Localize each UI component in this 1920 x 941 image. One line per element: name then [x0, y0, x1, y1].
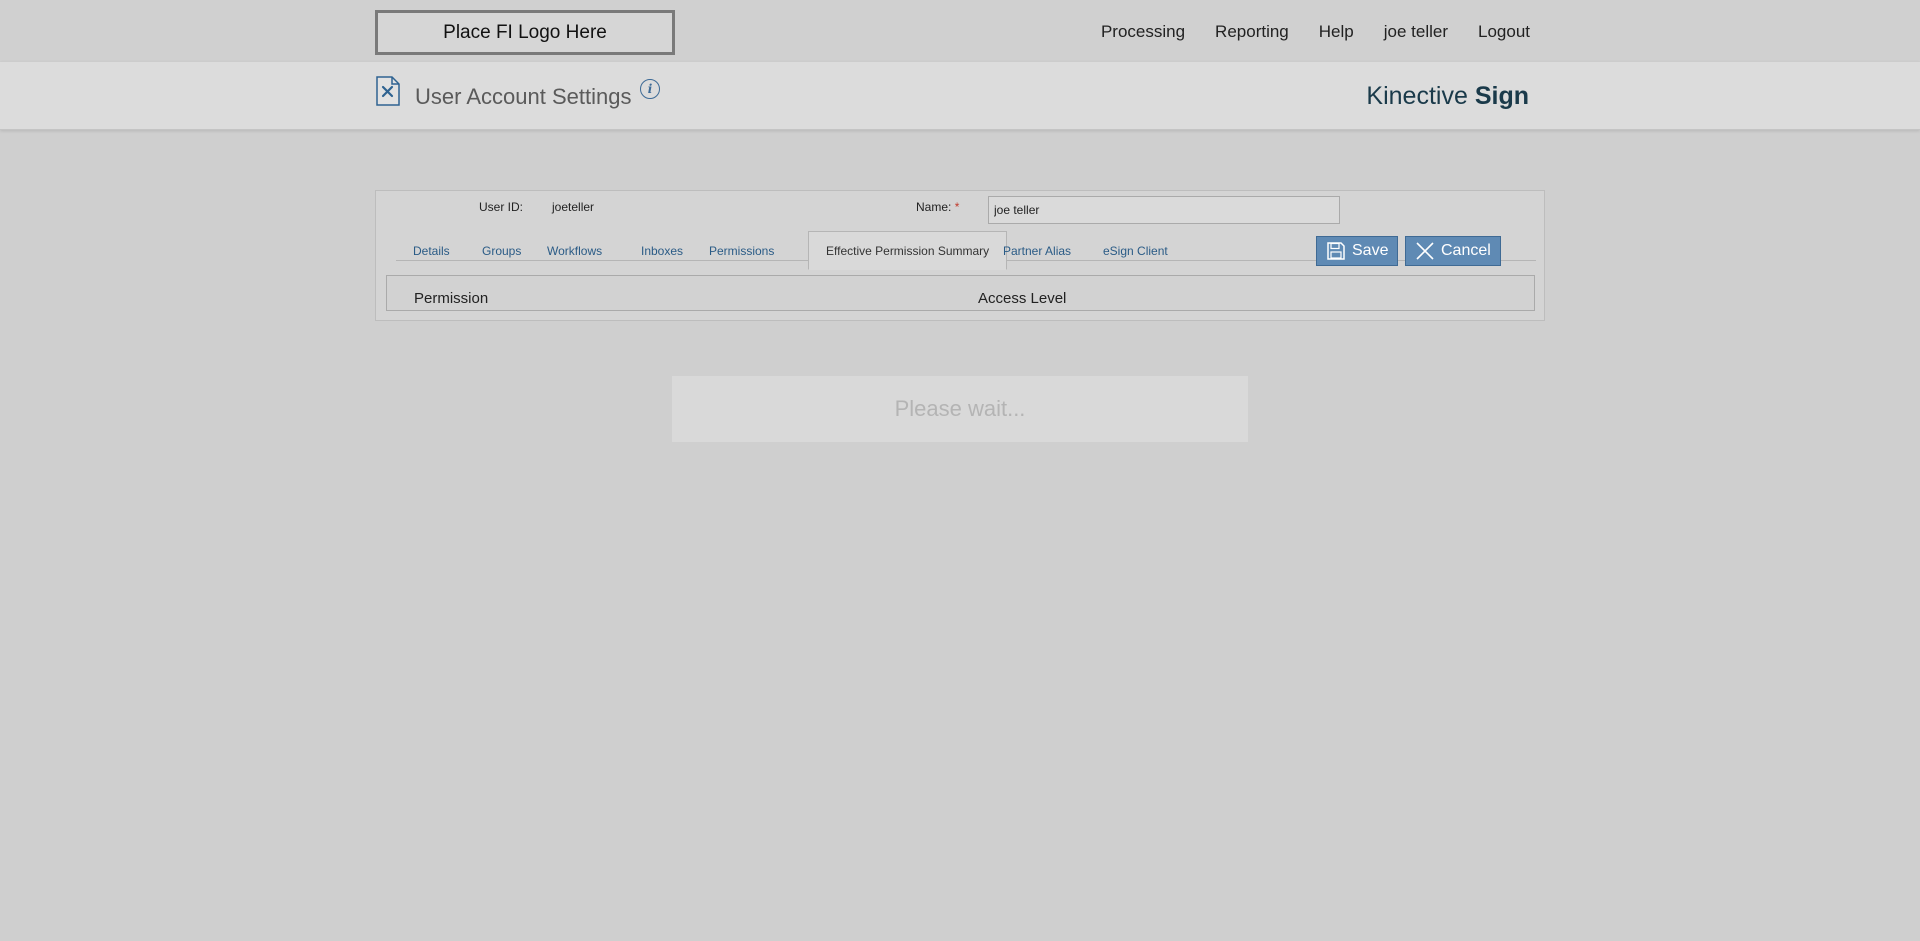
brand-name-bold: Sign	[1474, 82, 1529, 110]
page-title: User Account Settings	[415, 84, 632, 109]
tab-partner-alias[interactable]: Partner Alias	[986, 231, 1088, 269]
brand-logo: Kinective Sign	[1366, 82, 1529, 111]
name-label: Name: *	[916, 200, 959, 214]
top-nav-menu: Processing Reporting Help joe teller Log…	[1101, 22, 1530, 42]
top-navigation-bar: Place FI Logo Here Processing Reporting …	[0, 0, 1920, 62]
tab-inboxes[interactable]: Inboxes	[624, 231, 700, 269]
cancel-button-label: Cancel	[1441, 242, 1491, 259]
user-id-label: User ID:	[479, 200, 524, 214]
fi-logo-placeholder[interactable]: Place FI Logo Here	[375, 10, 675, 55]
cancel-button[interactable]: Cancel	[1405, 236, 1501, 266]
column-header-access-level[interactable]: Access Level	[978, 290, 1066, 307]
floppy-disk-icon	[1327, 242, 1345, 260]
name-field[interactable]	[988, 196, 1340, 224]
info-icon[interactable]: i	[640, 79, 660, 99]
tab-permissions[interactable]: Permissions	[692, 231, 791, 269]
user-settings-panel: User ID: joeteller Name: * Details Group…	[375, 190, 1545, 321]
save-button[interactable]: Save	[1316, 236, 1399, 266]
nav-processing-link[interactable]: Processing	[1101, 22, 1185, 42]
nav-logout-link[interactable]: Logout	[1478, 22, 1530, 42]
tab-esign-client[interactable]: eSign Client	[1086, 231, 1185, 269]
loading-overlay: Please wait...	[672, 376, 1248, 442]
tab-details[interactable]: Details	[396, 231, 467, 269]
brand-name-light: Kinective	[1366, 82, 1468, 110]
required-marker: *	[954, 200, 960, 214]
page-header: User Account Settings i Kinective Sign	[0, 62, 1920, 130]
nav-reporting-link[interactable]: Reporting	[1215, 22, 1289, 42]
column-header-permission[interactable]: Permission	[414, 290, 488, 307]
user-id-value: joeteller	[552, 200, 595, 214]
close-icon	[1416, 242, 1434, 260]
tab-groups[interactable]: Groups	[465, 231, 538, 269]
please-wait-message: Please wait...	[894, 396, 1026, 421]
name-label-text: Name:	[916, 200, 952, 214]
document-settings-icon	[376, 76, 400, 106]
tab-workflows[interactable]: Workflows	[530, 231, 619, 269]
nav-help-link[interactable]: Help	[1319, 22, 1354, 42]
save-button-label: Save	[1352, 242, 1389, 259]
tab-effective-permission-summary[interactable]: Effective Permission Summary	[808, 231, 1008, 270]
nav-user-menu[interactable]: joe teller	[1384, 22, 1448, 42]
permission-summary-table: Permission Access Level	[386, 275, 1535, 311]
